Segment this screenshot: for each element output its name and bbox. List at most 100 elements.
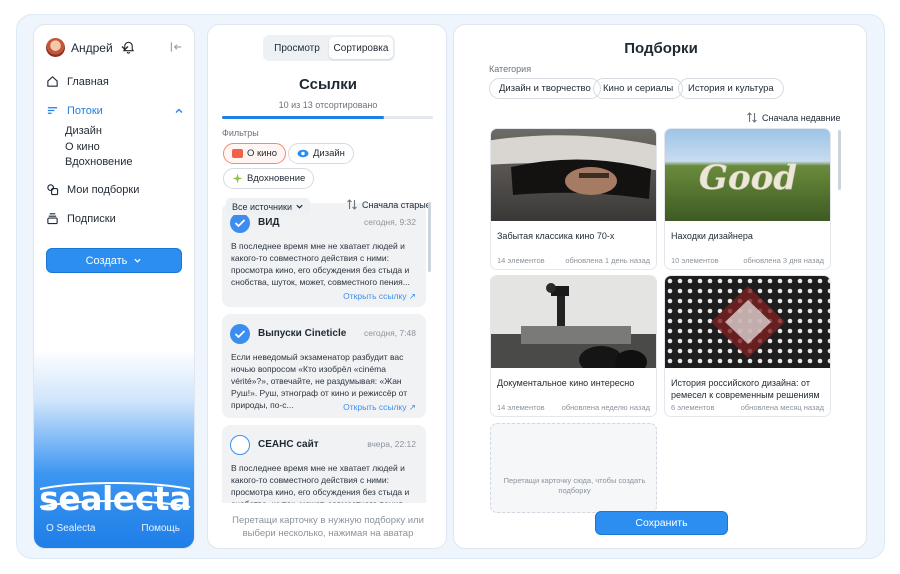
nav-stream-inspiration[interactable]: Вдохновение [65,156,133,168]
open-link-label: Открыть ссылку [343,291,407,301]
collection-cover-image: Good [665,129,830,221]
collection-updated: обновлена 3 дня назад [743,256,824,265]
collection-card[interactable]: История российского дизайна: от ремесел … [664,275,831,417]
camera-icon [232,149,243,158]
filter-chip-design[interactable]: Дизайн [288,143,354,164]
filters-label: Фильтры [222,128,259,138]
collection-name: Находки дизайнера [671,231,753,241]
link-card[interactable]: ВИД сегодня, 9:32 В последнее время мне … [222,203,426,307]
create-button-label: Создать [85,254,128,267]
home-icon [47,76,58,87]
bell-icon[interactable] [122,40,135,54]
card-source-title: Выпуски Cineticle [258,328,347,339]
card-time: сегодня, 9:32 [364,217,416,227]
about-link[interactable]: О Sealecta [46,523,95,534]
category-chip-design[interactable]: Дизайн и творчество [489,78,601,99]
nav-home[interactable]: Главная [46,75,109,88]
collection-count: 10 элементов [671,256,719,265]
source-select-value: Все источники [232,201,293,212]
chevron-down-icon [296,204,303,209]
nav-streams-label: Потоки [67,104,103,117]
collection-cover-image [665,276,830,368]
page-title: Ссылки [298,76,358,93]
link-cards-list[interactable]: ВИД сегодня, 9:32 В последнее время мне … [222,203,428,503]
filter-chip-inspiration[interactable]: Вдохновение [223,168,315,189]
collection-count: 14 элементов [497,403,545,412]
user-menu[interactable]: Андрей [46,38,131,57]
nav-streams[interactable]: Потоки [46,104,184,117]
save-button[interactable]: Сохранить [595,511,728,535]
link-card[interactable]: Выпуски Cineticle сегодня, 7:48 Если нев… [222,314,426,418]
collection-updated: обновлена месяц назад [740,403,824,412]
create-button[interactable]: Создать [46,248,182,273]
sort-oldest-toggle[interactable]: Сначала старые [346,199,431,210]
collection-name: Документальное кино интересно [497,378,635,388]
collections-title: Подборки [624,40,698,57]
collapse-sidebar-icon[interactable] [170,41,183,53]
chevron-down-icon [134,258,142,263]
card-text: В последнее время мне не хватает людей и… [231,241,410,287]
sealecta-logo: sealecta [38,479,192,523]
tab-view[interactable]: Просмотр [265,37,329,59]
tab-sort[interactable]: Сортировка [329,37,393,59]
open-link[interactable]: Открыть ссылку ↗ [343,402,416,413]
sort-progress-fill [222,116,385,119]
dropzone-hint: Перетащи карточку сюда, чтобы создать по… [503,476,646,495]
drag-hint: Перетащи карточку в нужную подборку или … [232,515,424,539]
eye-icon [297,149,309,158]
collection-card[interactable]: Документальное кино интересно 14 элемент… [490,275,657,417]
nav-subscriptions-label: Подписки [67,212,116,225]
links-scrollbar[interactable] [428,202,431,272]
check-icon[interactable] [230,324,250,344]
card-time: сегодня, 7:48 [364,328,416,338]
new-collection-dropzone[interactable]: Перетащи карточку сюда, чтобы создать по… [490,423,657,513]
streams-icon [47,107,58,114]
card-time: вчера, 22:12 [367,439,416,449]
sort-icon [747,112,757,123]
cover-lettering: Good [699,158,797,198]
card-source-title: ВИД [258,217,280,228]
sort-oldest-label: Сначала старые [362,199,431,210]
collection-updated: обновлена неделю назад [561,403,650,412]
logo-text: sealecta [39,479,191,518]
collections-scrollbar[interactable] [838,130,841,190]
collection-updated: обновлена 1 день назад [565,256,650,265]
open-link[interactable]: Открыть ссылку ↗ [343,291,416,302]
collection-card[interactable]: Забытая классика кино 70-х 14 элементов … [490,128,657,270]
view-mode-toggle: Просмотр Сортировка [263,35,395,61]
nav-my-collections-label: Мои подборки [67,183,140,196]
link-card[interactable]: СЕАНС сайт вчера, 22:12 В последнее врем… [222,425,426,503]
source-select[interactable]: Все источники [226,198,311,215]
sort-recent-toggle[interactable]: Сначала недавние [746,112,841,123]
sort-recent-label: Сначала недавние [762,112,841,123]
help-link[interactable]: Помощь [141,523,180,534]
collection-cover-image [491,276,656,368]
nav-home-label: Главная [67,75,109,88]
sidebar: Андрей Главная Потоки Дизайн О кино Вдох… [33,24,195,549]
open-link-label: Открыть ссылку [343,402,407,412]
nav-my-collections[interactable]: Мои подборки [46,183,139,196]
nav-stream-design[interactable]: Дизайн [65,125,102,137]
subscriptions-icon [47,213,58,225]
user-name: Андрей [71,40,113,55]
collections-icon [47,184,59,196]
collection-name: Забытая классика кино 70-х [497,231,615,241]
collection-card[interactable]: Good Находки дизайнера 10 элементов обно… [664,128,831,270]
sorted-counter: 10 из 13 отсортировано [278,100,378,110]
category-chip-history[interactable]: История и культура [678,78,784,99]
filter-chip-label: Вдохновение [247,173,306,184]
sparkle-icon [232,173,243,184]
check-icon[interactable] [230,213,250,233]
nav-subscriptions[interactable]: Подписки [46,212,116,225]
filter-chip-label: Дизайн [313,148,345,159]
collection-count: 6 элементов [671,403,715,412]
sort-progress-bar [222,116,433,119]
category-chip-cinema[interactable]: Кино и сериалы [593,78,684,99]
sort-icon [347,199,357,210]
filter-chip-label: О кино [247,148,278,159]
collections-panel: Подборки Категория Дизайн и творчество К… [453,24,867,549]
collection-name: История российского дизайна: от ремесел … [671,378,820,400]
unchecked-circle-icon[interactable] [230,435,250,455]
filter-chip-cinema[interactable]: О кино [223,143,287,164]
nav-stream-cinema[interactable]: О кино [65,141,100,153]
